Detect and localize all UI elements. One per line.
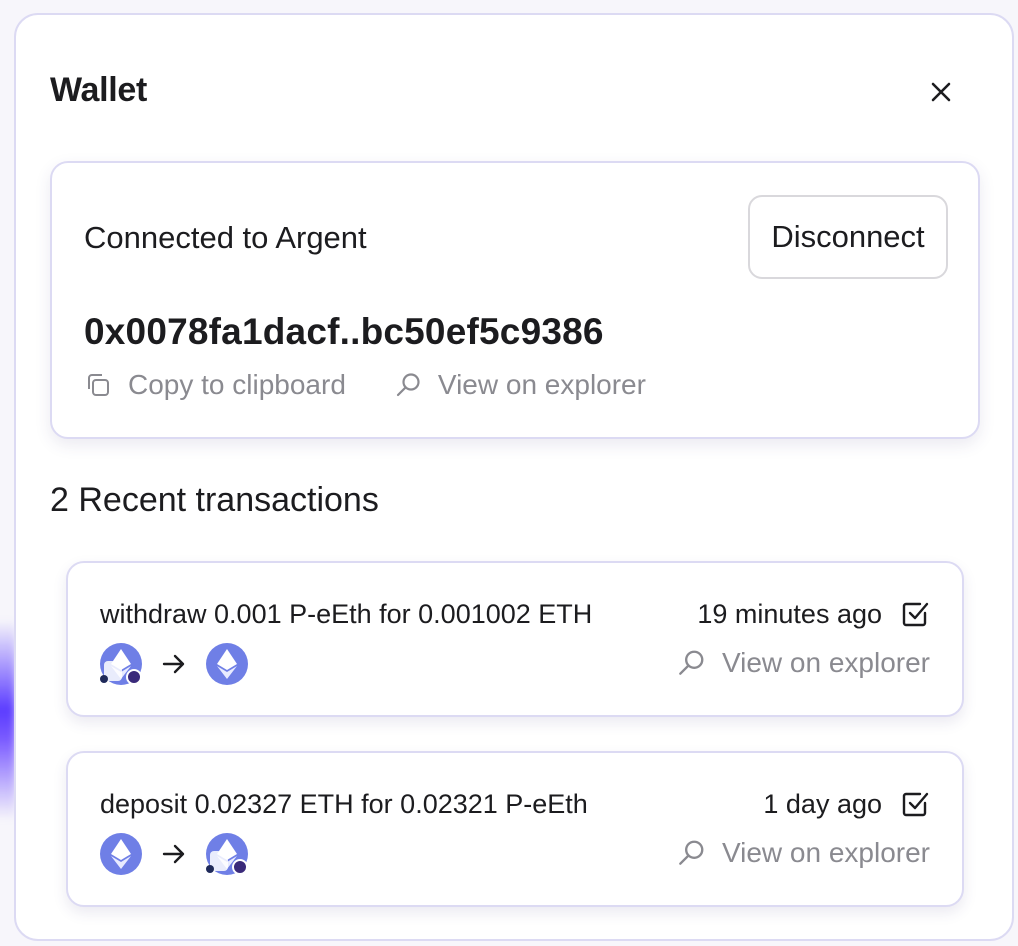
account-card: Connected to Argent Disconnect 0x0078fa1…	[50, 161, 980, 439]
transaction-card: deposit 0.02327 ETH for 0.02321 P-eEth 1…	[66, 751, 964, 907]
copy-to-clipboard-link[interactable]: Copy to clipboard	[84, 369, 346, 401]
search-icon	[394, 371, 422, 399]
wallet-address: 0x0078fa1dacf..bc50ef5c9386	[84, 311, 604, 352]
modal-title: Wallet	[50, 71, 148, 109]
eth-token-icon	[206, 643, 248, 685]
copy-label: Copy to clipboard	[128, 369, 346, 400]
recent-transactions-title: 2 Recent transactions	[50, 481, 379, 519]
transaction-view-on-explorer-link[interactable]: View on explorer	[676, 647, 930, 679]
token-route	[100, 833, 248, 875]
transaction-time: 19 minutes ago	[697, 599, 882, 629]
p-eeth-token-icon	[100, 643, 142, 685]
checkbox-checked-icon	[900, 599, 930, 629]
wallet-modal: Wallet Connected to Argent Disconnect 0x…	[14, 13, 1014, 941]
arrow-right-icon	[162, 844, 186, 864]
explorer-label: View on explorer	[721, 837, 930, 868]
disconnect-button[interactable]: Disconnect	[748, 195, 948, 279]
transaction-card: withdraw 0.001 P-eEth for 0.001002 ETH 1…	[66, 561, 964, 717]
checkbox-checked-icon	[900, 789, 930, 819]
eth-token-icon	[100, 833, 142, 875]
transaction-description: withdraw 0.001 P-eEth for 0.001002 ETH	[100, 599, 593, 629]
connected-status: Connected to Argent	[84, 220, 367, 255]
search-icon	[676, 838, 706, 868]
explorer-label: View on explorer	[437, 369, 646, 400]
transaction-time: 1 day ago	[763, 789, 882, 819]
search-icon	[676, 648, 706, 678]
transaction-view-on-explorer-link[interactable]: View on explorer	[676, 837, 930, 869]
arrow-right-icon	[162, 654, 186, 674]
p-eeth-token-icon	[206, 833, 248, 875]
copy-icon	[84, 371, 112, 399]
close-icon	[931, 82, 951, 102]
close-button[interactable]	[924, 75, 958, 109]
view-on-explorer-link[interactable]: View on explorer	[394, 369, 646, 401]
account-actions: Copy to clipboard View on explorer	[84, 369, 646, 401]
transaction-description: deposit 0.02327 ETH for 0.02321 P-eEth	[100, 789, 588, 819]
token-route	[100, 643, 248, 685]
explorer-label: View on explorer	[721, 647, 930, 678]
